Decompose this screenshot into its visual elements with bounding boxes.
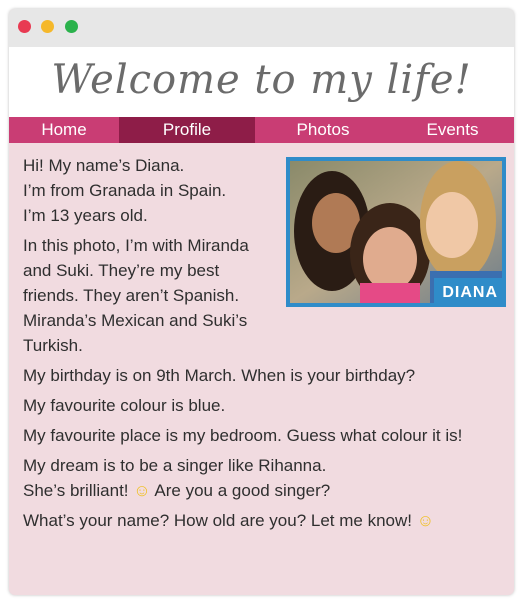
nav-profile[interactable]: Profile [119, 117, 255, 143]
site-header: Welcome to my life! [9, 47, 514, 117]
photo-name-tag: DIANA [434, 278, 506, 307]
friends-photo[interactable]: DIANA [286, 157, 506, 307]
smiley-emoji-icon: ☺ [416, 511, 435, 530]
page-title: Welcome to my life! [51, 57, 472, 103]
favourite-colour-text: My favourite colour is blue. [23, 396, 226, 415]
window-titlebar [9, 9, 514, 47]
nav-photos[interactable]: Photos [255, 117, 391, 143]
brilliant-line: She’s brilliant! ☺ Are you a good singer… [23, 478, 502, 503]
close-window-button[interactable] [18, 20, 31, 33]
nav-events[interactable]: Events [391, 117, 514, 143]
browser-window: Welcome to my life! Home Profile Photos … [9, 9, 514, 595]
favourite-place-text: My favourite place is my bedroom. Guess … [23, 426, 463, 445]
maximize-window-button[interactable] [65, 20, 78, 33]
closing-text: What’s your name? How old are you? Let m… [23, 511, 412, 530]
brilliant-text: She’s brilliant! [23, 481, 129, 500]
main-nav: Home Profile Photos Events [9, 117, 514, 143]
good-singer-question: Are you a good singer? [154, 481, 331, 500]
nav-home[interactable]: Home [9, 117, 119, 143]
smiley-emoji-icon: ☺ [133, 481, 151, 500]
minimize-window-button[interactable] [41, 20, 54, 33]
closing-line: What’s your name? How old are you? Let m… [23, 508, 502, 533]
profile-content: DIANA Hi! My name’s Diana. I’m from Gran… [9, 143, 514, 533]
dream-text: My dream is to be a singer like Rihanna. [23, 456, 327, 475]
birthday-text: My birthday is on 9th March. When is you… [23, 366, 416, 385]
